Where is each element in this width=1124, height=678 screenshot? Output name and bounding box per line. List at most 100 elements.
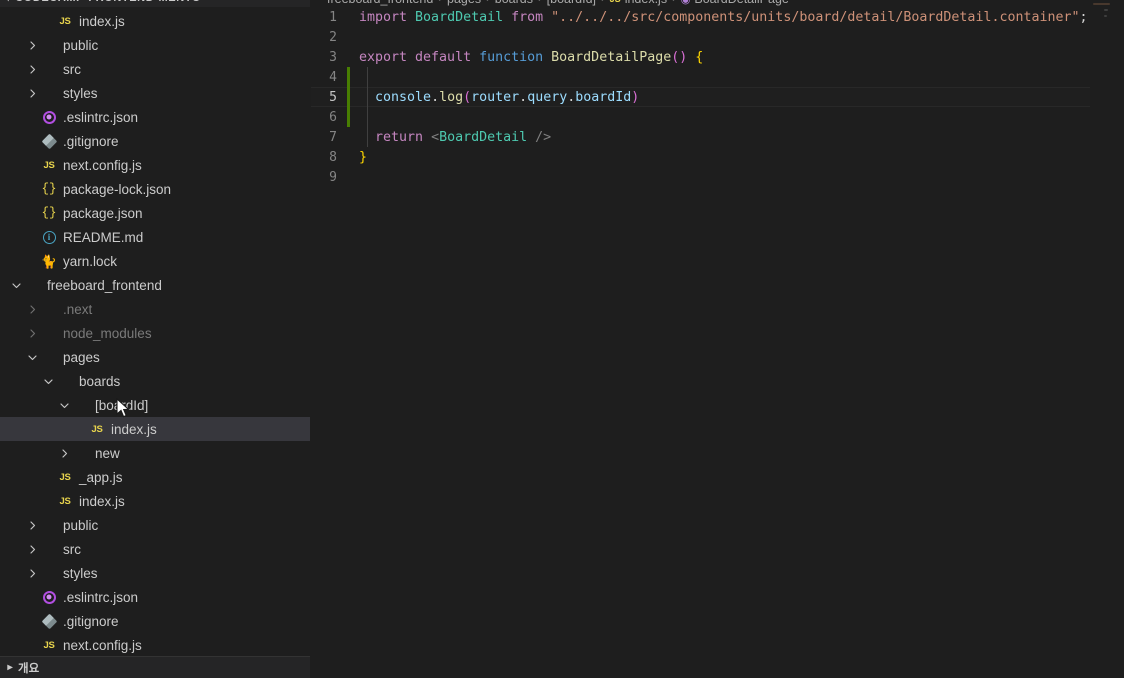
tree-file-row[interactable]: JS _app.js <box>0 465 311 489</box>
breadcrumb-item[interactable]: ◉BoardDetailPage <box>681 0 789 6</box>
chevron-right-icon[interactable] <box>24 328 40 339</box>
code-text: return <BoardDetail /> <box>359 130 551 145</box>
git-change-indicator <box>347 107 350 127</box>
code-line[interactable]: 5 console.log(router.query.boardId) <box>311 87 1124 107</box>
tree-file-row[interactable]: .eslintrc.json <box>0 105 311 129</box>
tree-file-row[interactable]: JS next.config.js <box>0 633 311 656</box>
git-change-indicator <box>347 167 350 187</box>
explorer-header[interactable]: ▾ CODECAMP-FRONTEND-MENTO <box>0 0 311 7</box>
file-type-icon: 🐈 <box>40 255 58 268</box>
chevron-right-icon[interactable] <box>24 568 40 579</box>
code-token: ) <box>631 89 640 105</box>
tree-file-row[interactable]: JS index.js <box>0 489 311 513</box>
tree-item-label: package-lock.json <box>63 181 172 197</box>
tree-folder-row[interactable]: styles <box>0 81 311 105</box>
tree-file-row[interactable]: 🐈 yarn.lock <box>0 249 311 273</box>
chevron-right-icon[interactable] <box>24 304 40 315</box>
tree-file-row[interactable]: {} package.json <box>0 201 311 225</box>
git-change-indicator <box>347 67 350 87</box>
breadcrumb-separator: › <box>438 0 442 5</box>
breadcrumb[interactable]: freeboard_frontend › pages › boards › [boardId… <box>311 0 1124 7</box>
git-change-indicator <box>347 47 350 67</box>
tree-file-row[interactable]: .gitignore <box>0 129 311 153</box>
tree-folder-row[interactable]: .next <box>0 297 311 321</box>
file-tree[interactable]: JS index.js public src styles .eslintrc.json.… <box>0 7 311 656</box>
code-line[interactable]: 2 <box>311 27 1124 47</box>
code-line[interactable]: 8} <box>311 147 1124 167</box>
js-icon: JS <box>59 495 71 507</box>
explorer-sidebar: ▾ CODECAMP-FRONTEND-MENTO JS index.js publ… <box>0 0 311 678</box>
code-line[interactable]: 3 export default function BoardDetailPage… <box>311 47 1124 67</box>
code-editor[interactable]: 1 import BoardDetail from "../../../src/c… <box>311 7 1124 187</box>
tree-folder-row[interactable]: public <box>0 33 311 57</box>
editor-pane: freeboard_frontend › pages › boards › [boardId… <box>311 0 1124 678</box>
chevron-right-icon[interactable] <box>24 40 40 51</box>
code-line[interactable]: 4 <box>311 67 1124 87</box>
tree-item-label: .next <box>63 301 93 317</box>
tree-folder-row[interactable]: styles <box>0 561 311 585</box>
tree-folder-row[interactable]: freeboard_frontend <box>0 273 311 297</box>
chevron-right-icon[interactable] <box>24 64 40 75</box>
code-token: query <box>527 89 568 105</box>
tree-folder-row[interactable]: [boardId] <box>0 393 311 417</box>
chevron-right-icon[interactable] <box>56 448 72 459</box>
tree-item-label: node_modules <box>63 325 152 341</box>
outline-label: 개요 <box>18 662 40 675</box>
code-token: ; <box>1079 9 1088 25</box>
tree-item-label: pages <box>63 349 100 365</box>
js-icon: JS <box>91 423 103 435</box>
tree-folder-row[interactable]: src <box>0 57 311 81</box>
chevron-down-icon[interactable] <box>24 352 40 363</box>
line-number: 1 <box>329 9 337 25</box>
code-token: BoardDetail <box>439 129 528 145</box>
file-type-icon: JS <box>56 496 74 507</box>
breadcrumb-item[interactable]: pages <box>447 0 481 6</box>
breadcrumb-item[interactable]: freeboard_frontend <box>327 0 433 6</box>
line-number: 8 <box>329 149 337 165</box>
file-type-icon: JS <box>56 16 74 27</box>
json-braces-icon: {} <box>41 182 57 196</box>
breadcrumb-item[interactable]: [boardId] <box>547 0 596 6</box>
breadcrumb-item[interactable]: JS index.js <box>610 0 667 6</box>
tree-file-row[interactable]: JS next.config.js <box>0 153 311 177</box>
tree-folder-row[interactable]: boards <box>0 369 311 393</box>
chevron-right-icon[interactable] <box>24 544 40 555</box>
chevron-down-icon[interactable] <box>8 280 24 291</box>
code-line[interactable]: 6 <box>311 107 1124 127</box>
js-icon: JS <box>610 0 621 4</box>
git-change-indicator <box>347 7 350 27</box>
tree-file-row[interactable]: JS index.js <box>0 9 311 33</box>
tree-folder-row[interactable]: node_modules <box>0 321 311 345</box>
tree-file-row[interactable]: i README.md <box>0 225 311 249</box>
code-token: { <box>695 49 704 65</box>
chevron-down-icon[interactable] <box>56 400 72 411</box>
code-line[interactable]: 9 <box>311 167 1124 187</box>
tree-folder-row[interactable]: src <box>0 537 311 561</box>
tree-file-row[interactable]: {} package-lock.json <box>0 177 311 201</box>
tree-folder-row[interactable]: new <box>0 441 311 465</box>
chevron-right-icon[interactable] <box>24 88 40 99</box>
file-type-icon: {} <box>40 182 58 196</box>
outline-section-header[interactable]: ▸ 개요 <box>0 656 311 678</box>
code-line[interactable]: 7 return <BoardDetail /> <box>311 127 1124 147</box>
line-number: 5 <box>329 89 337 105</box>
tree-file-row[interactable]: .gitignore <box>0 609 311 633</box>
tree-file-row[interactable]: .eslintrc.json <box>0 585 311 609</box>
gitignore-icon <box>41 133 57 149</box>
eslint-icon <box>42 590 56 604</box>
chevron-right-icon[interactable] <box>24 520 40 531</box>
chevron-down-icon[interactable] <box>40 376 56 387</box>
tree-file-row[interactable]: JS index.js <box>0 417 311 441</box>
code-line[interactable]: 1 import BoardDetail from "../../../src/c… <box>311 7 1124 27</box>
js-icon: JS <box>43 639 55 651</box>
file-type-icon: i <box>40 230 58 244</box>
tree-item-label: next.config.js <box>63 157 142 173</box>
breadcrumb-item[interactable]: boards <box>495 0 533 6</box>
tree-item-label: src <box>63 541 81 557</box>
eslint-icon <box>42 110 56 124</box>
code-token: boardId <box>575 89 632 105</box>
tree-folder-row[interactable]: public <box>0 513 311 537</box>
tree-folder-row[interactable]: pages <box>0 345 311 369</box>
tree-item-label: public <box>63 37 99 53</box>
